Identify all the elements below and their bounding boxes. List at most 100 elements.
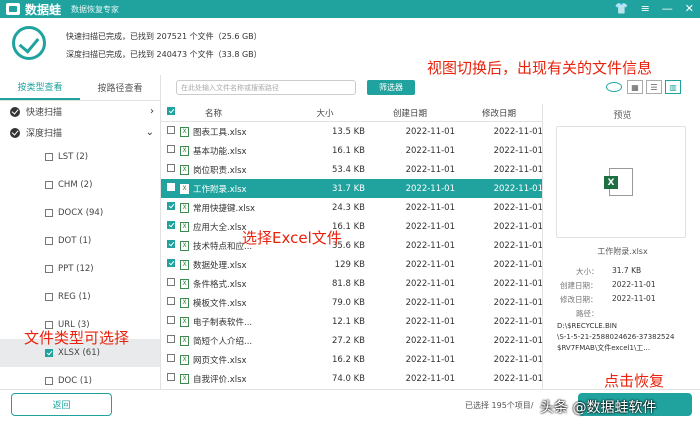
row-checkbox[interactable] <box>167 373 175 381</box>
xlsx-file-icon: X <box>180 164 189 175</box>
table-row[interactable]: X 电子制表软件... 12.1 KB 2022-11-01 2022-11-01 <box>161 312 542 331</box>
row-checkbox[interactable] <box>167 164 175 172</box>
detail-view-icon[interactable]: ▥ <box>665 80 681 94</box>
file-modified: 2022-11-01 <box>493 259 543 270</box>
xlsx-file-icon: X <box>180 297 189 308</box>
chevron-down-icon[interactable]: ⌄ <box>146 127 154 138</box>
file-created: 2022-11-01 <box>405 183 455 194</box>
table-row[interactable]: X 自我评价.xlsx 74.0 KB 2022-11-01 2022-11-01 <box>161 369 542 388</box>
table-row[interactable]: X 常用快捷键.xlsx 24.3 KB 2022-11-01 2022-11-01 <box>161 198 542 217</box>
filetype-checkbox[interactable] <box>45 181 53 189</box>
table-row[interactable]: X 简短个人介绍... 27.2 KB 2022-11-01 2022-11-01 <box>161 331 542 350</box>
quick-scan-node[interactable]: 快速扫描 › <box>0 101 160 122</box>
row-checkbox[interactable] <box>167 354 175 362</box>
row-checkbox[interactable] <box>167 278 175 286</box>
table-row[interactable]: X 基本功能.xlsx 16.1 KB 2022-11-01 2022-11-01 <box>161 141 542 160</box>
row-checkbox[interactable] <box>167 240 175 248</box>
file-name: 数据处理.xlsx <box>193 260 247 271</box>
tab-by-path[interactable]: 按路径查看 <box>80 75 160 100</box>
row-checkbox[interactable] <box>167 145 175 153</box>
row-checkbox[interactable] <box>167 202 175 210</box>
filetype-item[interactable]: DOCX (94) <box>0 199 160 227</box>
filetype-checkbox[interactable] <box>45 349 53 357</box>
preview-path: D:\$RECYCLE.BIN \S-1-5-21-2588024626-373… <box>557 322 675 352</box>
table-row[interactable]: X 条件格式.xlsx 81.8 KB 2022-11-01 2022-11-01 <box>161 274 542 293</box>
minimize-icon[interactable]: — <box>662 2 673 15</box>
file-size: 81.8 KB <box>331 278 365 289</box>
file-table: 名称 大小 创建日期 修改日期 X 图表工具.xlsx 13.5 KB 2022-11… <box>161 104 543 389</box>
preview-size-label: 大小： <box>576 267 599 276</box>
filetype-item[interactable]: LST (2) <box>0 143 160 171</box>
file-size: 12.1 KB <box>331 316 365 327</box>
xlsx-file-icon: X <box>180 316 189 327</box>
col-modified[interactable]: 修改日期 <box>455 107 542 119</box>
filetype-item[interactable]: DOT (1) <box>0 227 160 255</box>
col-size[interactable]: 大小 <box>285 107 365 119</box>
file-size: 16.2 KB <box>331 354 365 365</box>
file-size: 16.1 KB <box>331 145 365 156</box>
row-checkbox[interactable] <box>167 183 175 191</box>
file-size: 129 KB <box>334 259 365 270</box>
table-row[interactable]: X 应用大全.xlsx 16.1 KB 2022-11-01 2022-11-01 <box>161 217 542 236</box>
xlsx-file-icon: X <box>180 202 189 213</box>
deep-scan-node[interactable]: 深度扫描 ⌄ <box>0 122 160 143</box>
filetype-item[interactable]: PPT (12) <box>0 255 160 283</box>
table-row[interactable]: X 模板文件.xlsx 79.0 KB 2022-11-01 2022-11-01 <box>161 293 542 312</box>
filetype-item[interactable]: REG (1) <box>0 283 160 311</box>
file-created: 2022-11-01 <box>405 297 455 308</box>
col-name[interactable]: 名称 <box>175 107 285 119</box>
preview-title: 预览 <box>613 111 632 121</box>
xlsx-file-icon: X <box>180 354 189 365</box>
table-row[interactable]: X 技术特点和应... 35.6 KB 2022-11-01 2022-11-01 <box>161 236 542 255</box>
menu-icon[interactable]: ≡ <box>641 2 650 15</box>
filetype-item[interactable]: CHM (2) <box>0 171 160 199</box>
check-circle-icon <box>10 127 20 138</box>
table-row[interactable]: X 工作附录.xlsx 31.7 KB 2022-11-01 2022-11-01 <box>161 179 542 198</box>
file-size: 24.3 KB <box>331 202 365 213</box>
filetype-checkbox[interactable] <box>45 237 53 245</box>
xlsx-file-icon: X <box>180 278 189 289</box>
frog-logo-icon <box>6 3 20 15</box>
annotation-excel: 选择Excel文件 <box>242 229 342 247</box>
row-checkbox[interactable] <box>167 316 175 324</box>
filetype-label: CHM (2) <box>58 180 93 190</box>
file-name: 条件格式.xlsx <box>193 279 247 290</box>
table-header: 名称 大小 创建日期 修改日期 <box>161 104 542 122</box>
filetype-checkbox[interactable] <box>45 377 53 385</box>
filter-button[interactable]: 筛选器 <box>367 80 415 95</box>
skin-icon[interactable]: 👕 <box>615 2 629 15</box>
back-button[interactable]: 返回 <box>11 393 112 416</box>
tab-by-type[interactable]: 按类型查看 <box>0 75 80 100</box>
list-view-icon[interactable]: ☰ <box>646 80 662 94</box>
filetype-checkbox[interactable] <box>45 265 53 273</box>
row-checkbox[interactable] <box>167 259 175 267</box>
row-checkbox[interactable] <box>167 221 175 229</box>
table-row[interactable]: X 数据处理.xlsx 129 KB 2022-11-01 2022-11-01 <box>161 255 542 274</box>
table-row[interactable]: X 网页文件.xlsx 16.2 KB 2022-11-01 2022-11-01 <box>161 350 542 369</box>
file-modified: 2022-11-01 <box>493 221 543 232</box>
file-created: 2022-11-01 <box>405 202 455 213</box>
filetype-checkbox[interactable] <box>45 209 53 217</box>
filetype-item[interactable]: DOC (1) <box>0 367 160 389</box>
thumbnail-view-icon[interactable]: ▦ <box>627 80 643 94</box>
file-created: 2022-11-01 <box>405 145 455 156</box>
row-checkbox[interactable] <box>167 126 175 134</box>
chevron-right-icon[interactable]: › <box>150 106 154 117</box>
file-name: 模板文件.xlsx <box>193 298 247 309</box>
preview-toggle-eye-icon[interactable] <box>606 82 622 92</box>
file-name: 简短个人介绍... <box>193 336 253 347</box>
selection-info: 已选择 195个项目/ <box>465 401 534 410</box>
close-icon[interactable]: ✕ <box>685 2 694 15</box>
select-all-checkbox[interactable] <box>167 107 175 115</box>
preview-created-label: 创建日期： <box>560 281 598 290</box>
col-created[interactable]: 创建日期 <box>365 107 455 119</box>
table-row[interactable]: X 图表工具.xlsx 13.5 KB 2022-11-01 2022-11-01 <box>161 122 542 141</box>
file-name: 应用大全.xlsx <box>193 222 247 233</box>
row-checkbox[interactable] <box>167 297 175 305</box>
filetype-checkbox[interactable] <box>45 293 53 301</box>
table-row[interactable]: X 岗位职责.xlsx 53.4 KB 2022-11-01 2022-11-01 <box>161 160 542 179</box>
search-input[interactable]: 在此处输入文件名称或搜索路径 <box>176 80 356 95</box>
check-circle-icon <box>10 106 20 117</box>
row-checkbox[interactable] <box>167 335 175 343</box>
filetype-checkbox[interactable] <box>45 153 53 161</box>
